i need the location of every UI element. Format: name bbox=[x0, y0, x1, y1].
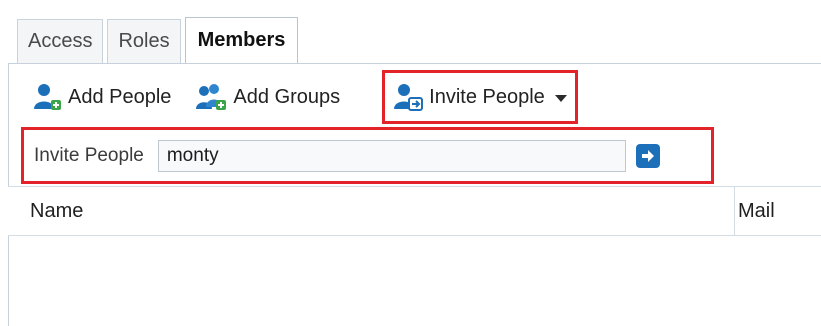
members-panel: Access Roles Members Add People Add Grou… bbox=[0, 0, 821, 326]
tab-access[interactable]: Access bbox=[17, 19, 104, 63]
caret-down-icon[interactable] bbox=[554, 95, 567, 102]
column-divider[interactable] bbox=[734, 187, 735, 236]
members-table-header: Name Mail bbox=[8, 186, 821, 236]
tab-divider bbox=[8, 63, 821, 64]
invite-people-label: Invite People bbox=[429, 85, 545, 108]
add-people-button[interactable]: Add People bbox=[32, 83, 171, 111]
tab-members[interactable]: Members bbox=[184, 17, 299, 63]
arrow-right-icon bbox=[641, 149, 654, 162]
invite-people-field-label: Invite People bbox=[34, 144, 144, 166]
add-person-icon bbox=[32, 83, 62, 111]
column-header-name[interactable]: Name bbox=[30, 200, 83, 223]
invite-person-icon bbox=[393, 83, 424, 111]
tab-bar: Access Roles Members bbox=[17, 17, 299, 63]
invite-people-input[interactable] bbox=[157, 139, 626, 172]
invite-people-bar: Invite People bbox=[21, 127, 714, 184]
add-groups-label: Add Groups bbox=[233, 85, 341, 108]
column-header-mail[interactable]: Mail bbox=[738, 200, 775, 223]
toolbar: Add People Add Groups Invite People bbox=[32, 70, 578, 124]
invite-go-button[interactable] bbox=[635, 143, 660, 168]
add-group-icon bbox=[195, 83, 227, 111]
add-groups-button[interactable]: Add Groups bbox=[195, 83, 340, 111]
invite-people-button[interactable]: Invite People bbox=[382, 70, 578, 124]
add-people-label: Add People bbox=[68, 85, 172, 108]
members-table-body bbox=[9, 236, 821, 326]
tab-roles[interactable]: Roles bbox=[107, 19, 181, 63]
